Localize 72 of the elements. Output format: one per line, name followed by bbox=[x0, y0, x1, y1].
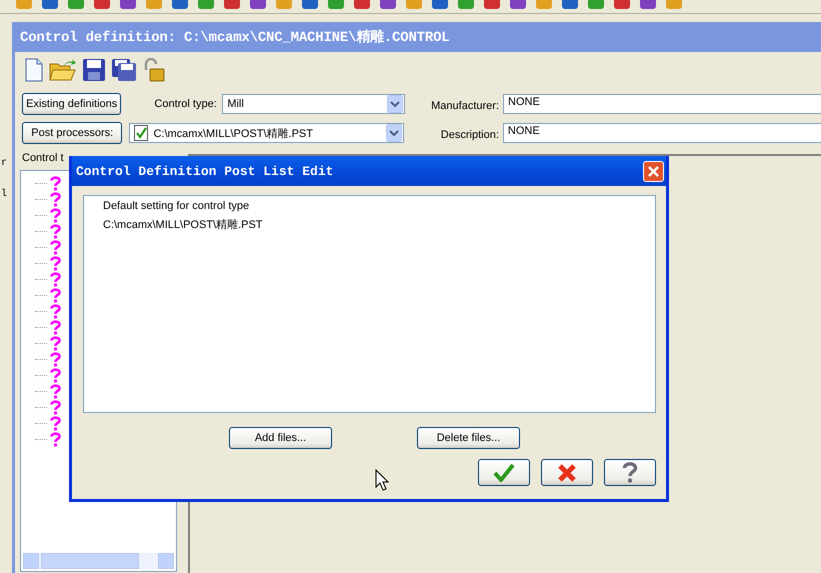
question-mark-icon bbox=[50, 368, 61, 382]
question-mark-icon bbox=[50, 432, 61, 446]
toolbar-icon[interactable] bbox=[588, 0, 604, 9]
cancel-button[interactable] bbox=[541, 459, 593, 486]
toolbar-icon[interactable] bbox=[224, 0, 240, 9]
toolbar-icon[interactable] bbox=[458, 0, 474, 9]
toolbar-icon[interactable] bbox=[120, 0, 136, 9]
manufacturer-field[interactable]: NONE bbox=[503, 94, 821, 114]
help-icon bbox=[622, 462, 638, 484]
description-label: Description: bbox=[440, 128, 499, 141]
toolbar-icon[interactable] bbox=[172, 0, 188, 9]
question-mark-icon bbox=[50, 400, 61, 414]
horizontal-scrollbar[interactable] bbox=[23, 553, 174, 569]
delete-files-button[interactable]: Delete files... bbox=[417, 427, 520, 449]
save-icon[interactable] bbox=[82, 58, 106, 82]
question-mark-icon bbox=[50, 176, 61, 190]
question-mark-icon bbox=[50, 384, 61, 398]
question-mark-icon bbox=[50, 256, 61, 270]
checked-file-icon bbox=[134, 125, 148, 141]
toolbar-icon[interactable] bbox=[380, 0, 396, 9]
close-icon bbox=[647, 164, 660, 178]
toolbar-icon[interactable] bbox=[354, 0, 370, 9]
manufacturer-label: Manufacturer: bbox=[430, 99, 500, 112]
control-type-label: Control type: bbox=[154, 98, 218, 110]
toolbar-icon[interactable] bbox=[42, 0, 58, 9]
background-text: l bbox=[1, 189, 8, 200]
cursor-icon bbox=[375, 469, 389, 491]
close-icon bbox=[557, 462, 577, 482]
close-button[interactable] bbox=[643, 160, 664, 182]
question-mark-icon bbox=[50, 352, 61, 366]
save-as-icon[interactable] bbox=[111, 58, 137, 82]
control-type-dropdown[interactable]: Mill bbox=[222, 94, 405, 114]
description-field[interactable]: NONE bbox=[502, 123, 821, 143]
toolbar-icon[interactable] bbox=[328, 0, 344, 9]
question-mark-icon bbox=[50, 416, 61, 430]
toolbar-icon[interactable] bbox=[510, 0, 526, 9]
post-processor-dropdown[interactable]: C:\mcamx\MILL\POST\精雕.PST bbox=[129, 123, 404, 143]
help-button[interactable] bbox=[604, 459, 656, 486]
question-mark-icon bbox=[50, 192, 61, 206]
question-mark-icon bbox=[50, 208, 61, 222]
toolbar-icon[interactable] bbox=[614, 0, 630, 9]
question-mark-icon bbox=[50, 304, 61, 318]
toolbar-icon[interactable] bbox=[68, 0, 84, 9]
toolbar-icon[interactable] bbox=[640, 0, 656, 9]
dialog-title: Control Definition Post List Edit bbox=[76, 164, 334, 178]
add-files-button[interactable]: Add files... bbox=[229, 427, 332, 449]
list-item[interactable]: Default setting for control type bbox=[103, 200, 655, 217]
toolbar-icon[interactable] bbox=[484, 0, 500, 9]
ok-button[interactable] bbox=[478, 459, 530, 486]
new-file-icon[interactable] bbox=[24, 58, 44, 82]
checkmark-icon bbox=[493, 462, 515, 482]
toolbar-icon[interactable] bbox=[198, 0, 214, 9]
padlock-icon[interactable] bbox=[142, 58, 166, 82]
toolbar-icon[interactable] bbox=[302, 0, 318, 9]
toolbar-icon[interactable] bbox=[250, 0, 266, 9]
question-mark-icon bbox=[50, 224, 61, 238]
post-list[interactable]: Default setting for control type C:\mcamx\MILL\POST\精雕.PST bbox=[83, 195, 656, 413]
question-mark-icon bbox=[50, 288, 61, 302]
open-folder-icon[interactable] bbox=[49, 58, 77, 82]
question-mark-icon bbox=[50, 240, 61, 254]
post-processors-button[interactable]: Post processors: bbox=[22, 122, 122, 144]
question-mark-icon bbox=[50, 272, 61, 286]
window-title: Control definition: C:\mcamx\CNC_MACHINE\精雕.CONTROL bbox=[19, 28, 450, 48]
tree-title: Control t bbox=[22, 152, 64, 166]
toolbar-icon[interactable] bbox=[94, 0, 110, 9]
toolbar-icon[interactable] bbox=[562, 0, 578, 9]
existing-definitions-button[interactable]: Existing definitions bbox=[22, 93, 122, 115]
question-mark-icon bbox=[50, 320, 61, 334]
toolbar-icon[interactable] bbox=[432, 0, 448, 9]
list-item[interactable]: C:\mcamx\MILL\POST\精雕.PST bbox=[103, 217, 655, 234]
question-mark-icon bbox=[50, 336, 61, 350]
background-text: r bbox=[1, 158, 8, 169]
